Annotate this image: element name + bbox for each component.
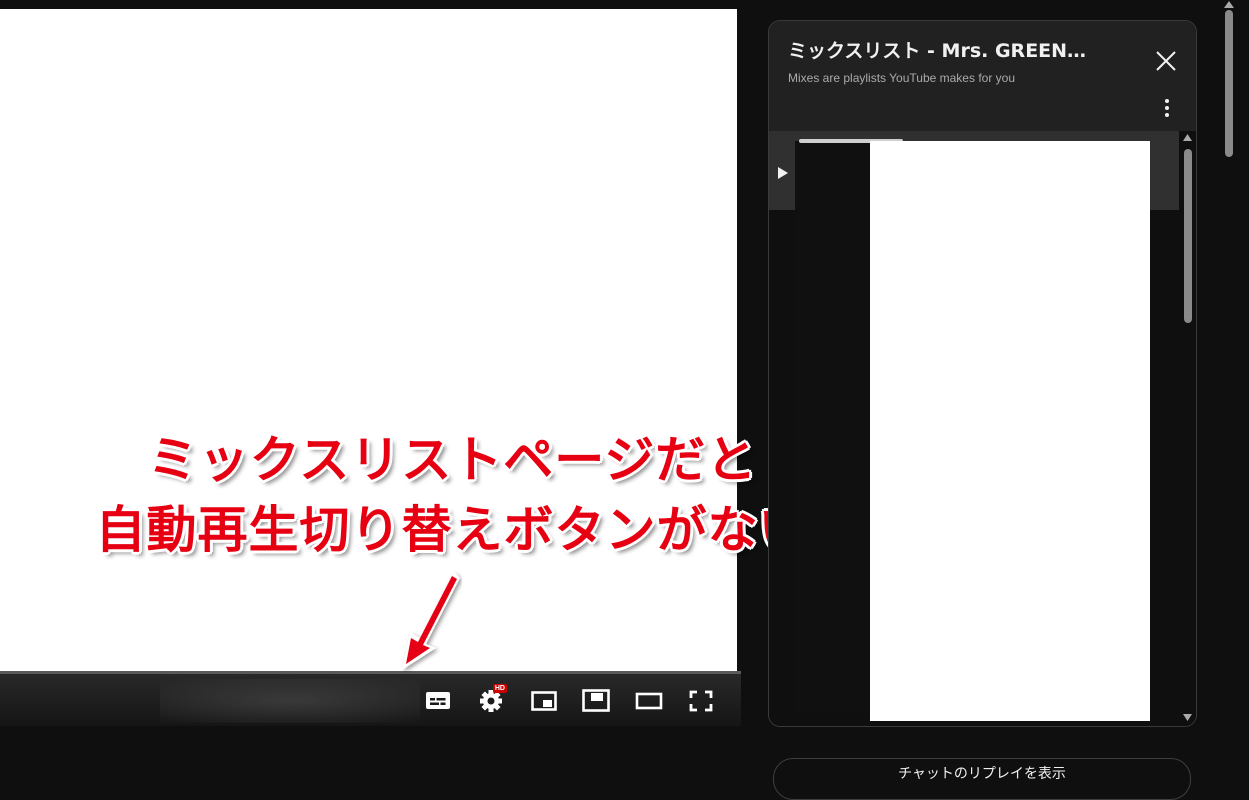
playlist-panel: ミックスリスト - Mrs. GREEN… Mixes are playlist…	[768, 20, 1197, 727]
progress-bar[interactable]	[0, 671, 741, 674]
controls-glow	[160, 679, 420, 723]
page-scroll-up-icon[interactable]	[1224, 0, 1234, 8]
theater-mode-button[interactable]	[581, 686, 611, 714]
scroll-down-icon[interactable]	[1183, 714, 1192, 722]
close-icon	[1156, 51, 1176, 71]
playlist-subtitle: Mixes are playlists YouTube makes for yo…	[788, 71, 1015, 85]
more-options-button[interactable]	[1157, 97, 1177, 119]
top-bar	[0, 0, 1249, 9]
hd-badge: HD	[492, 684, 507, 693]
page-scrollbar[interactable]	[1221, 0, 1237, 774]
playlist-header: ミックスリスト - Mrs. GREEN… Mixes are playlist…	[769, 21, 1196, 131]
subtitles-icon	[426, 692, 450, 709]
playlist-scrollbar[interactable]	[1179, 131, 1196, 726]
widescreen-icon	[635, 692, 663, 710]
video-player[interactable]	[0, 9, 737, 726]
player-controls-bar: HD	[0, 671, 741, 726]
fullscreen-toggle-button[interactable]	[634, 686, 664, 714]
playlist-title[interactable]: ミックスリスト - Mrs. GREEN…	[788, 36, 1108, 63]
playlist-scroll-thumb[interactable]	[1184, 149, 1192, 323]
theater-mode-icon	[582, 689, 610, 712]
scroll-up-icon[interactable]	[1183, 133, 1192, 141]
page-scroll-thumb[interactable]	[1225, 10, 1233, 157]
show-chat-replay-button[interactable]: チャットのリプレイを表示	[773, 758, 1191, 800]
video-thumbnail[interactable]	[795, 141, 871, 713]
miniplayer-button[interactable]	[529, 686, 559, 714]
now-playing-icon	[778, 167, 788, 179]
miniplayer-icon	[531, 691, 557, 711]
fullscreen-icon	[689, 690, 713, 712]
subtitles-button[interactable]	[423, 686, 453, 714]
annotation-arrow-icon	[402, 572, 460, 670]
fullscreen-button[interactable]	[686, 686, 716, 714]
redacted-area	[870, 141, 1150, 721]
playlist-items	[769, 131, 1196, 726]
more-vert-icon	[1165, 99, 1169, 117]
close-playlist-button[interactable]	[1151, 46, 1181, 76]
settings-button[interactable]: HD	[476, 684, 507, 714]
